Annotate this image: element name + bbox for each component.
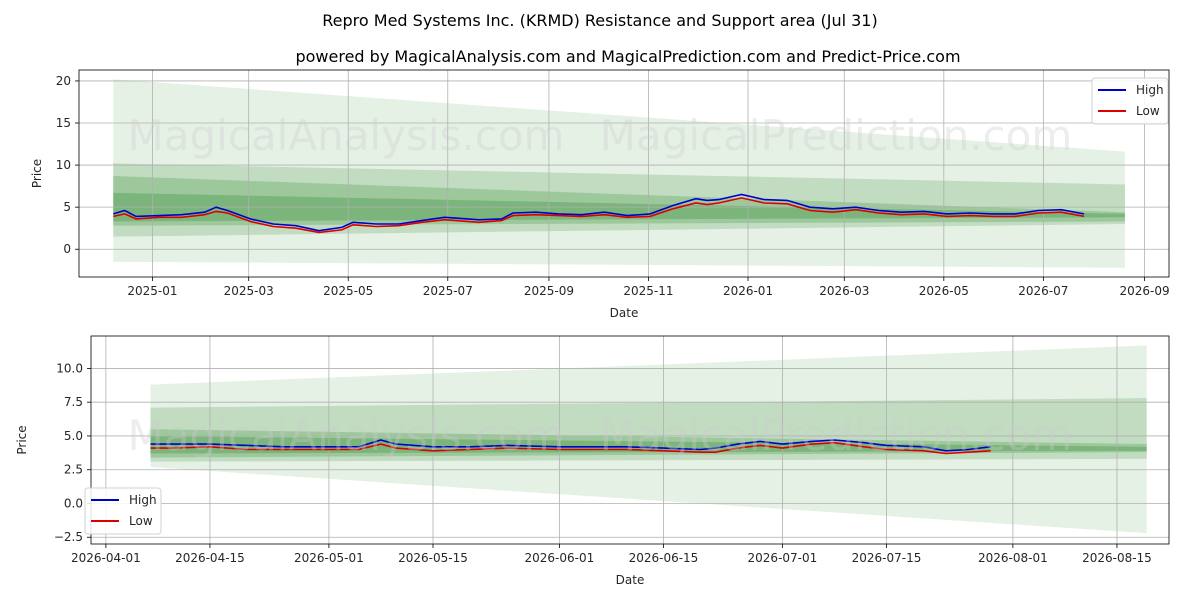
x-tick-label: 2026-04-15	[175, 551, 245, 565]
top-panel: 2025-01 2025-03 2025-05 2025-07 2025-09 2025-…	[30, 69, 1170, 320]
legend-label-low: Low	[129, 514, 153, 528]
watermark-text: MagicalAnalysis.com	[128, 111, 565, 160]
y-tick-label: 10.0	[56, 361, 83, 375]
watermark-text: MagicalAnalysis.com	[128, 411, 565, 460]
y-tick-label: 10	[56, 158, 71, 172]
y-tick-label: 0.0	[64, 496, 83, 510]
y-tick-label: −2.5	[54, 530, 83, 544]
x-tick-label: 2025-07	[423, 284, 473, 298]
x-tick-label: 2026-05-01	[294, 551, 364, 565]
x-tick-label: 2026-07-01	[748, 551, 818, 565]
x-tick-label: 2026-07-15	[852, 551, 922, 565]
legend-label-high: High	[1136, 83, 1164, 97]
x-tick-label: 2025-05	[323, 284, 373, 298]
y-axis-label: Price	[15, 425, 29, 454]
x-axis-label: Date	[616, 573, 645, 587]
x-tick-label: 2025-11	[623, 284, 673, 298]
x-tick-label: 2026-06-15	[629, 551, 699, 565]
y-axis-label: Price	[30, 159, 44, 188]
legend-label-low: Low	[1136, 104, 1160, 118]
y-tick-label: 7.5	[64, 395, 83, 409]
watermark-text: MagicalPrediction.com	[600, 111, 1073, 160]
x-tick-label: 2026-01	[723, 284, 773, 298]
x-tick-label: 2026-04-01	[71, 551, 141, 565]
x-tick-label: 2026-08-01	[978, 551, 1048, 565]
y-tick-label: 5	[63, 200, 71, 214]
chart-figure: Repro Med Systems Inc. (KRMD) Resistance…	[15, 11, 1170, 587]
x-tick-label: 2025-03	[224, 284, 274, 298]
legend: High Low	[84, 487, 162, 535]
x-tick-label: 2026-07	[1018, 284, 1068, 298]
legend-label-high: High	[129, 493, 157, 507]
chart-subtitle: powered by MagicalAnalysis.com and Magic…	[295, 47, 960, 66]
x-tick-label: 2026-09	[1119, 284, 1169, 298]
x-tick-label: 2026-06-01	[524, 551, 594, 565]
y-tick-label: 5.0	[64, 429, 83, 443]
x-tick-label: 2026-05	[919, 284, 969, 298]
bottom-panel: 2026-04-01 2026-04-15 2026-05-01 2026-05-15…	[15, 335, 1170, 587]
y-tick-label: 2.5	[64, 463, 83, 477]
x-axis-label: Date	[610, 306, 639, 320]
x-tick-label: 2025-09	[524, 284, 574, 298]
y-tick-label: 15	[56, 116, 71, 130]
x-tick-label: 2026-05-15	[398, 551, 468, 565]
y-tick-label: 20	[56, 74, 71, 88]
x-tick-label: 2025-01	[127, 284, 177, 298]
x-tick-label: 2026-08-15	[1082, 551, 1152, 565]
watermark-text: MagicalPrediction.com	[600, 411, 1073, 460]
x-tick-label: 2026-03	[819, 284, 869, 298]
y-tick-label: 0	[63, 242, 71, 256]
chart-title: Repro Med Systems Inc. (KRMD) Resistance…	[322, 11, 877, 30]
legend: High Low	[1091, 77, 1169, 125]
